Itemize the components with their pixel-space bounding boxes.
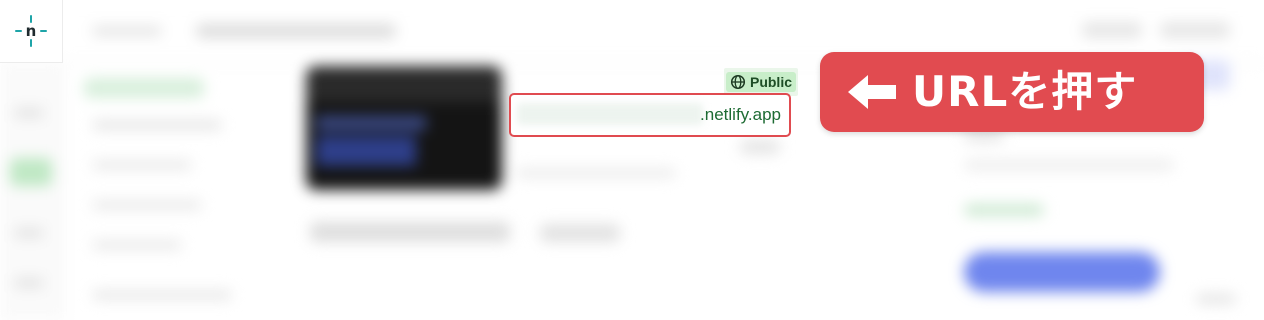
visibility-label: Public	[749, 74, 792, 90]
svg-text:n: n	[26, 22, 37, 40]
site-thumbnail	[306, 66, 502, 190]
visibility-badge: Public	[724, 68, 798, 96]
instruction-callout: URLを押す	[820, 52, 1204, 132]
callout-text: URLを押す	[912, 67, 1138, 116]
arrow-left-icon	[848, 75, 896, 109]
netlify-logo-icon: n	[15, 15, 47, 47]
left-rail	[0, 62, 63, 320]
netlify-logo[interactable]: n	[0, 0, 63, 63]
globe-icon	[730, 74, 746, 90]
blurred-background	[0, 0, 1264, 320]
site-url-domain[interactable]: .netlify.app	[700, 105, 781, 125]
site-url-link[interactable]: .netlify.app	[509, 93, 791, 137]
redacted-subdomain	[517, 103, 703, 125]
